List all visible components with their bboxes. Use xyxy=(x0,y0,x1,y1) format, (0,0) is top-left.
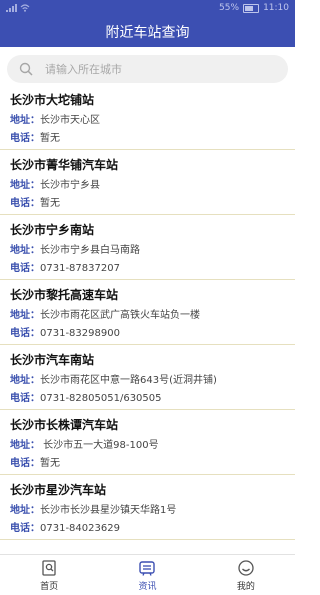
news-icon xyxy=(139,560,156,576)
station-phone-row: 电话：0731-87837207 xyxy=(10,262,285,275)
phone-label: 电话： xyxy=(10,328,40,339)
profile-icon xyxy=(238,559,254,576)
station-address: 长沙市天心区 xyxy=(40,115,100,126)
station-address-row: 地址：长沙市雨花区武广高铁火车站负一楼 xyxy=(10,309,285,322)
station-address-row: 地址：长沙市雨花区中意一路643号(近洞井铺) xyxy=(10,374,285,387)
clock: 11:10 xyxy=(263,3,289,13)
tab-news[interactable]: 资讯 xyxy=(98,555,196,595)
tab-label: 首页 xyxy=(40,581,59,592)
battery-percent: 55% xyxy=(219,3,240,13)
station-phone: 0731-83298900 xyxy=(40,328,120,339)
signal-wifi-indicators xyxy=(6,4,30,12)
page-title: 附近车站查询 xyxy=(105,24,190,41)
station-address-row: 地址： 长沙市五一大道98-100号 xyxy=(10,439,285,452)
station-address-row: 地址：长沙市宁乡县白马南路 xyxy=(10,244,285,257)
station-name: 长沙市菁华铺汽车站 xyxy=(10,158,119,172)
phone-label: 电话： xyxy=(10,198,40,209)
wifi-icon xyxy=(20,4,30,12)
station-name: 长沙市汽车南站 xyxy=(10,353,95,367)
home-icon xyxy=(42,559,56,576)
tab-label: 我的 xyxy=(236,581,255,592)
station-item[interactable]: 长沙市宁乡南站 地址：长沙市宁乡县白马南路 电话：0731-87837207 xyxy=(0,215,295,280)
station-name: 长沙市长株谭汽车站 xyxy=(10,418,119,432)
search-input[interactable] xyxy=(43,61,247,77)
station-address: 长沙市雨花区中意一路643号(近洞井铺) xyxy=(40,375,217,386)
station-item[interactable]: 长沙市长株谭汽车站 地址： 长沙市五一大道98-100号 电话：暂无 xyxy=(0,410,295,475)
signal-icon xyxy=(6,4,17,12)
station-name: 长沙市大坨铺站 xyxy=(10,93,95,107)
station-address: 长沙市雨花区武广高铁火车站负一楼 xyxy=(40,310,200,321)
phone-label: 电话： xyxy=(10,133,40,144)
station-phone-row: 电话：暂无 xyxy=(10,132,285,145)
station-phone-row: 电话：0731-83298900 xyxy=(10,327,285,340)
phone-label: 电话： xyxy=(10,393,40,404)
station-list: 长沙市大坨铺站 地址：长沙市天心区 电话：暂无 长沙市菁华铺汽车站 地址：长沙市宁乡县电… xyxy=(0,85,295,555)
station-phone: 0731-84023629 xyxy=(40,523,120,534)
address-label: 地址： xyxy=(10,180,40,191)
address-label: 地址： xyxy=(10,245,40,256)
station-phone: 暂无 xyxy=(40,133,60,144)
tab-home[interactable]: 首页 xyxy=(0,555,98,595)
station-phone-row: 电话：暂无 xyxy=(10,457,285,470)
address-label: 地址： xyxy=(10,505,40,516)
station-address: 长沙市宁乡县 xyxy=(40,180,100,191)
address-label: 地址： xyxy=(10,115,40,126)
station-address: 长沙市宁乡县白马南路 xyxy=(40,245,140,256)
phone-label: 电话： xyxy=(10,523,40,534)
tab-profile[interactable]: 我的 xyxy=(197,555,295,595)
station-address: 长沙市五一大道98-100号 xyxy=(40,440,159,451)
station-phone: 暂无 xyxy=(40,198,60,209)
search-icon xyxy=(19,62,33,76)
station-address: 长沙市长沙县星沙镇天华路1号 xyxy=(40,505,177,516)
station-phone: 0731-82805051/630505 xyxy=(40,393,162,404)
tab-label: 资讯 xyxy=(138,581,157,592)
station-item[interactable]: 长沙市黎托高速车站 地址：长沙市雨花区武广高铁火车站负一楼 电话：0731-8329… xyxy=(0,280,295,345)
station-phone: 0731-87837207 xyxy=(40,263,120,274)
station-item[interactable]: 长沙市菁华铺汽车站 地址：长沙市宁乡县 电话：暂无 xyxy=(0,150,295,215)
battery-icon xyxy=(243,3,260,13)
app-header: 附近车站查询 xyxy=(0,16,295,47)
station-address-row: 地址：长沙市天心区 xyxy=(10,114,285,127)
station-phone-row: 电话：0731-82805051/630505 xyxy=(10,392,285,405)
station-address-row: 地址：长沙市宁乡县 xyxy=(10,179,285,192)
station-name: 长沙市星沙汽车站 xyxy=(10,483,107,497)
station-item[interactable]: 长沙市汽车南站 地址：长沙市雨花区中意一路643号(近洞井铺) 电话：0731-82… xyxy=(0,345,295,410)
station-phone-row: 电话：暂无 xyxy=(10,197,285,210)
address-label: 地址： xyxy=(10,375,40,386)
station-name: 长沙市黎托高速车站 xyxy=(10,288,119,302)
search-bar[interactable] xyxy=(7,55,288,83)
station-phone-row: 电话：0731-84023629 xyxy=(10,522,285,535)
station-name: 长沙市宁乡南站 xyxy=(10,223,95,237)
bottom-tab-bar: 首页 资讯 我的 xyxy=(0,554,295,595)
station-phone: 暂无 xyxy=(40,458,60,469)
station-address-row: 地址：长沙市长沙县星沙镇天华路1号 xyxy=(10,504,285,517)
phone-label: 电话： xyxy=(10,263,40,274)
address-label: 地址： xyxy=(10,440,40,451)
phone-label: 电话： xyxy=(10,458,40,469)
status-bar: 55% 11:10 xyxy=(0,0,295,16)
station-item[interactable]: 长沙市星沙汽车站 地址：长沙市长沙县星沙镇天华路1号 电话：0731-8402362… xyxy=(0,475,295,540)
station-item[interactable]: 长沙市大坨铺站 地址：长沙市天心区 电话：暂无 xyxy=(0,85,295,150)
address-label: 地址： xyxy=(10,310,40,321)
